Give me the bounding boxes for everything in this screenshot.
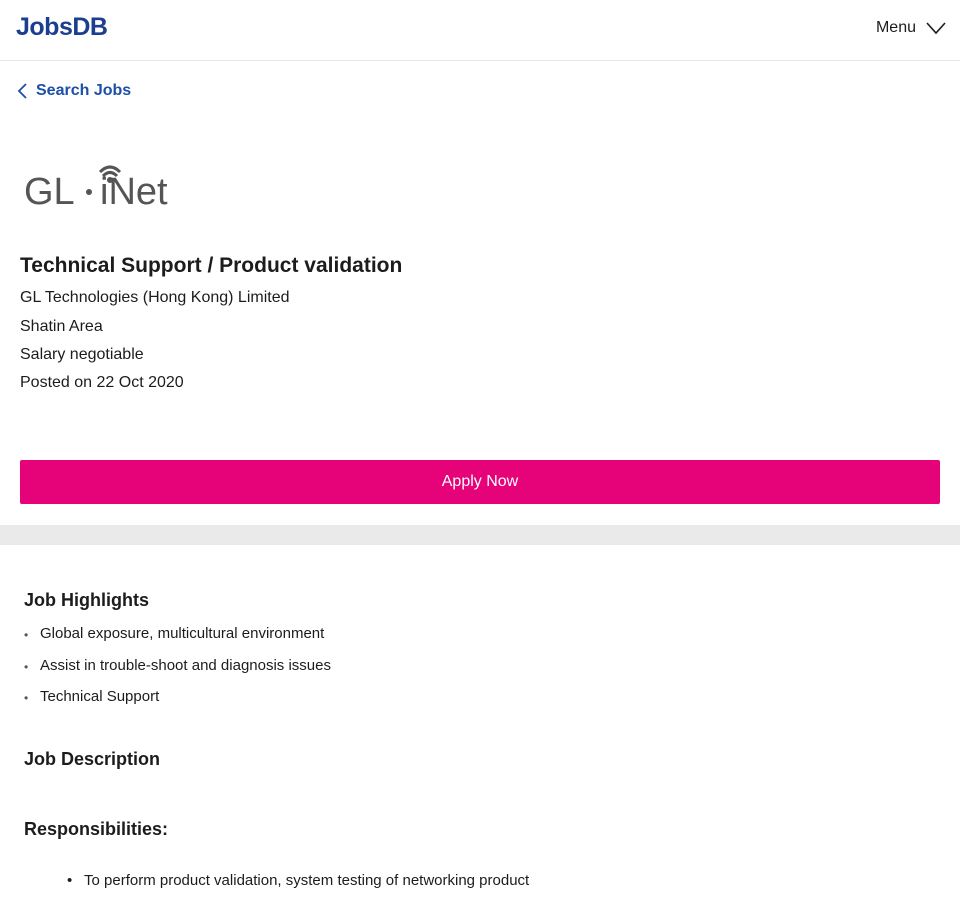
svg-text:GL: GL (24, 171, 75, 212)
menu-button[interactable]: Menu (876, 19, 946, 37)
jobsdb-logo[interactable]: JobsDB (16, 13, 108, 42)
job-description-title: Job Description (24, 749, 161, 769)
responsibility-item: To perform product validation, system te… (67, 872, 529, 889)
posted-date: Posted on 22 Oct 2020 (20, 374, 184, 391)
chevron-down-icon (926, 22, 946, 35)
highlight-item: Assist in trouble-shoot and diagnosis is… (24, 657, 331, 689)
highlight-item: Global exposure, multicultural environme… (24, 625, 331, 657)
company-name[interactable]: GL Technologies (Hong Kong) Limited (20, 289, 290, 307)
top-header: JobsDB Menu (0, 0, 960, 61)
job-salary: Salary negotiable (20, 346, 144, 363)
company-logo: GL iNet (24, 165, 168, 212)
back-label: Search Jobs (36, 82, 132, 99)
job-highlights-list: Global exposure, multicultural environme… (24, 625, 331, 720)
menu-label: Menu (875, 19, 916, 36)
back-to-search-link[interactable]: Search Jobs (16, 82, 131, 100)
job-location: Shatin Area (20, 318, 103, 335)
chevron-left-icon (17, 83, 27, 99)
apply-now-button[interactable]: Apply Now (20, 460, 940, 504)
job-title: Technical Support / Product validation (20, 254, 403, 277)
responsibilities-list: To perform product validation, system te… (67, 872, 529, 889)
job-highlights-title: Job Highlights (24, 590, 149, 610)
section-divider (0, 525, 960, 545)
highlight-item: Technical Support (24, 688, 331, 720)
responsibilities-title: Responsibilities: (24, 819, 169, 839)
